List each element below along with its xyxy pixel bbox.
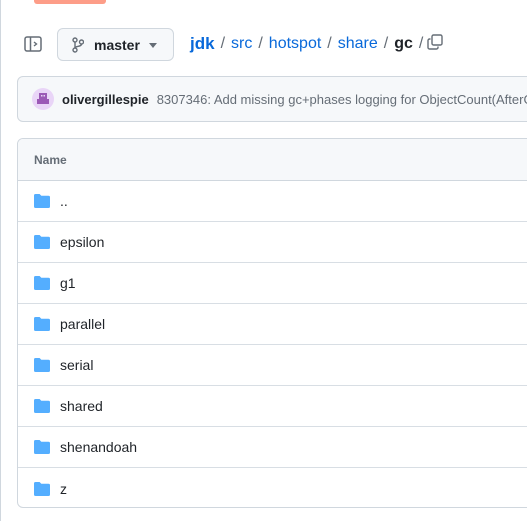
file-name-link[interactable]: shared bbox=[60, 398, 103, 414]
breadcrumb-separator: / bbox=[383, 35, 389, 52]
file-list-table: Name .. epsilon g1 parallel serial shared shen… bbox=[17, 138, 527, 508]
breadcrumb-repo-link[interactable]: jdk bbox=[190, 34, 215, 54]
column-header-name: Name bbox=[34, 152, 67, 167]
table-row[interactable]: shenandoah bbox=[18, 427, 527, 468]
chevron-down-icon bbox=[149, 43, 157, 48]
breadcrumb-link-hotspot[interactable]: hotspot bbox=[269, 35, 321, 53]
breadcrumb-separator: / bbox=[327, 35, 332, 52]
file-name-link[interactable]: g1 bbox=[60, 275, 76, 291]
table-row[interactable]: serial bbox=[18, 345, 527, 386]
breadcrumb-separator: / bbox=[258, 35, 263, 52]
breadcrumb-separator: / bbox=[220, 35, 226, 52]
breadcrumb-separator: / bbox=[418, 35, 424, 52]
table-row[interactable]: epsilon bbox=[18, 222, 527, 263]
folder-icon bbox=[34, 399, 50, 413]
breadcrumb: jdk / src / hotspot / share / gc / bbox=[190, 32, 429, 56]
table-header: Name bbox=[18, 139, 527, 181]
file-name-link[interactable]: .. bbox=[60, 193, 68, 209]
folder-icon bbox=[34, 481, 50, 496]
branch-label: master bbox=[94, 36, 140, 53]
active-tab-indicator bbox=[34, 0, 106, 4]
table-row[interactable]: g1 bbox=[18, 263, 527, 304]
breadcrumb-current: gc bbox=[394, 35, 413, 52]
file-browser: master jdk / src / hotspot / share / gc … bbox=[0, 0, 527, 521]
file-name-link[interactable]: serial bbox=[60, 357, 93, 373]
file-name-link[interactable]: shenandoah bbox=[60, 439, 137, 455]
folder-icon bbox=[34, 358, 50, 372]
copy-icon[interactable] bbox=[424, 31, 446, 53]
folder-icon bbox=[34, 276, 50, 290]
branch-selector-button[interactable]: master bbox=[57, 28, 174, 61]
file-list: .. epsilon g1 parallel serial shared shenandoa… bbox=[18, 181, 527, 507]
parent-directory-row[interactable]: .. bbox=[18, 181, 527, 222]
commit-message-link[interactable]: 8307346: Add missing gc+phases logging f… bbox=[157, 92, 527, 107]
sidebar-toggle-icon[interactable] bbox=[22, 34, 44, 54]
breadcrumb-link-src[interactable]: src bbox=[231, 35, 252, 53]
table-row[interactable]: shared bbox=[18, 386, 527, 427]
file-name-link[interactable]: parallel bbox=[60, 316, 105, 332]
folder-icon bbox=[34, 317, 50, 331]
table-row[interactable]: parallel bbox=[18, 304, 527, 345]
git-branch-icon bbox=[72, 36, 86, 53]
file-navigation-header: master jdk / src / hotspot / share / gc … bbox=[0, 26, 527, 62]
folder-icon bbox=[34, 235, 50, 249]
latest-commit-bar: olivergillespie 8307346: Add missing gc+… bbox=[17, 76, 527, 122]
file-name-link[interactable]: z bbox=[60, 481, 67, 497]
table-row[interactable]: z bbox=[18, 468, 527, 507]
commit-author-link[interactable]: olivergillespie bbox=[62, 92, 149, 107]
breadcrumb-link-share[interactable]: share bbox=[338, 35, 378, 53]
folder-icon bbox=[34, 194, 50, 208]
page-left-border bbox=[0, 0, 1, 521]
avatar[interactable] bbox=[32, 88, 54, 110]
file-name-link[interactable]: epsilon bbox=[60, 234, 104, 250]
folder-icon bbox=[34, 440, 50, 454]
